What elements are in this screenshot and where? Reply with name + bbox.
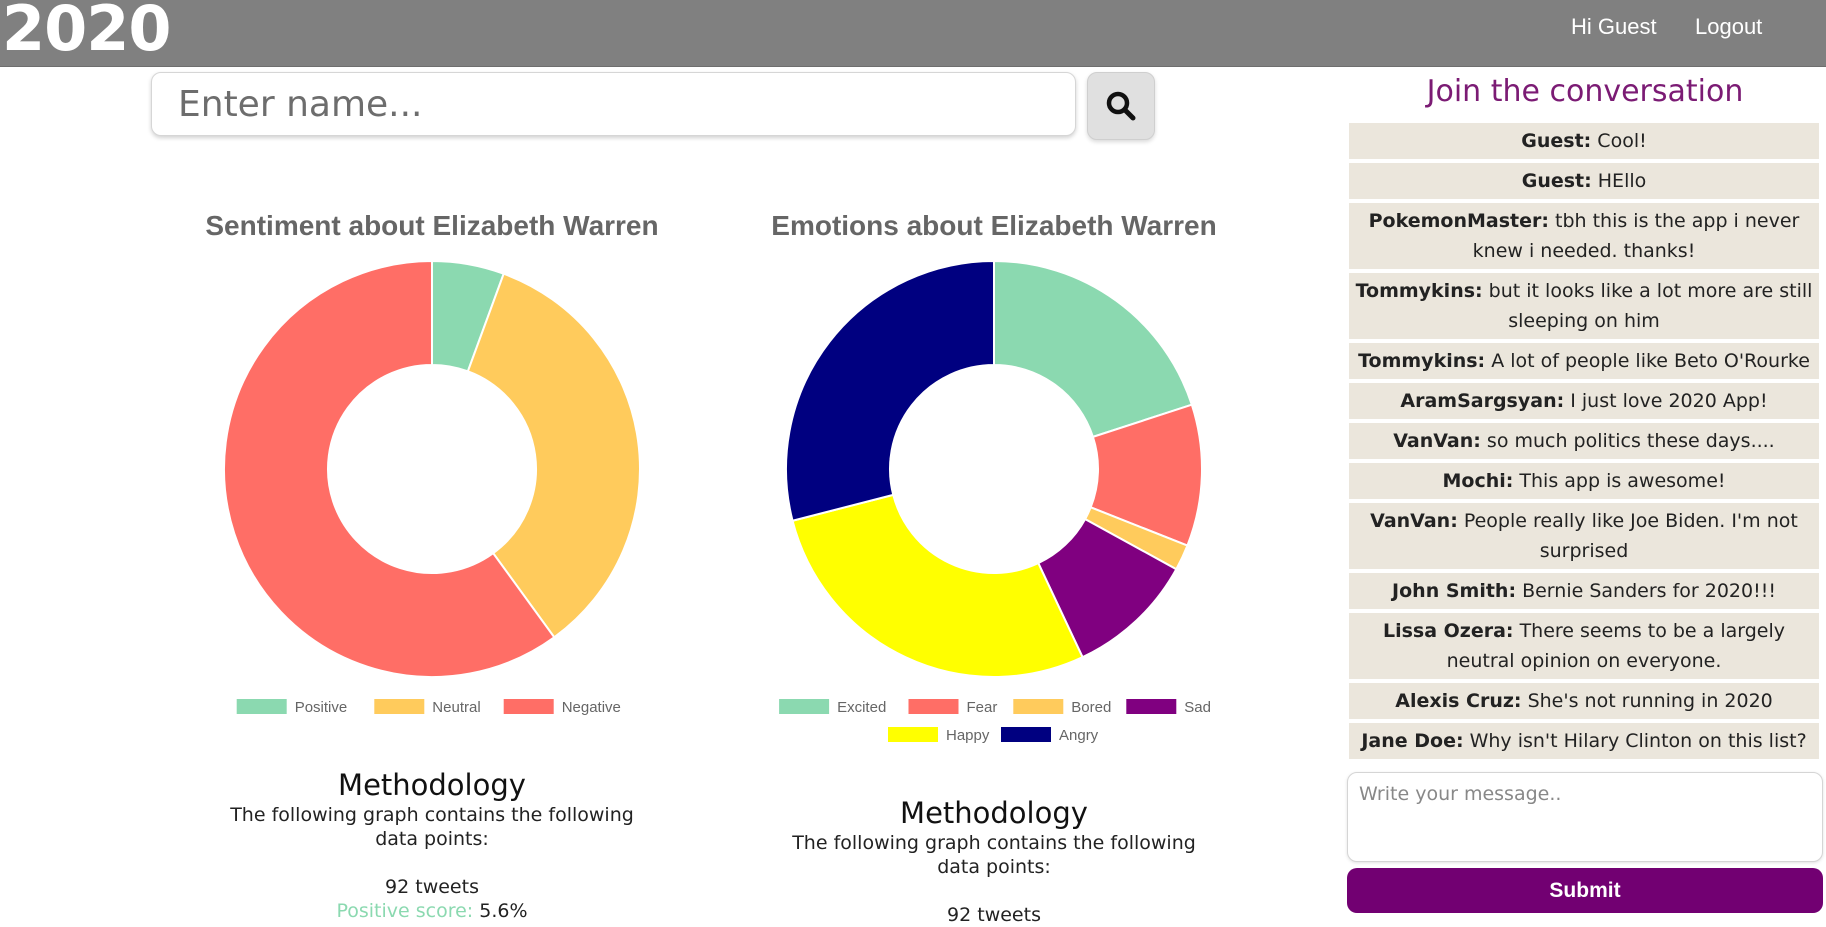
chat-message-list: Guest: Cool! Guest: HEllo PokemonMaster: t… [1349,123,1819,763]
chat-message: VanVan: so much politics these days.... [1349,423,1819,459]
legend-label-excited[interactable]: Excited [837,699,886,716]
chat-message-text: This app is awesome! [1513,470,1726,492]
positive-score-value: 5.6% [473,900,528,922]
slice-happy[interactable] [791,493,1084,678]
slice-excited[interactable] [993,259,1194,439]
legend-label-sad[interactable]: Sad [1184,699,1211,716]
chat-message-user: VanVan: [1370,510,1458,532]
chat-message: Guest: HEllo [1349,163,1819,199]
legend-swatch-bored[interactable] [1013,699,1064,714]
methodology-heading: Methodology [338,768,526,802]
legend-swatch-excited[interactable] [779,699,830,714]
chat-message: John Smith: Bernie Sanders for 2020!!! [1349,573,1819,609]
chat-message: AramSargsyan: I just love 2020 App! [1349,383,1819,419]
legend-swatch-sad[interactable] [1126,699,1177,714]
chat-message-text: Cool! [1591,130,1647,152]
chat-message-user: Tommykins: [1358,350,1486,372]
legend-label-angry[interactable]: Angry [1059,727,1099,744]
chat-message: Mochi: This app is awesome! [1349,463,1819,499]
methodology-heading: Methodology [900,796,1088,830]
chat-message: Lissa Ozera: There seems to be a largely… [1349,613,1819,679]
chat-message-text: I just love 2020 App! [1564,390,1768,412]
chat-message-user: VanVan: [1393,430,1481,452]
legend-swatch-happy[interactable] [888,727,938,742]
chat-message-text: so much politics these days.... [1480,430,1775,452]
chat-message-text: A lot of people like Beto O'Rourke [1485,350,1810,372]
methodology-description-cont: data points: [375,828,489,850]
legend-swatch-angry[interactable] [1001,727,1051,742]
chat-message-user: Lissa Ozera: [1382,620,1514,642]
slice-angry[interactable] [785,259,995,522]
chat-submit-button[interactable]: Submit [1347,868,1823,913]
positive-score: Positive score: 5.6% [202,899,662,923]
chat-message-text: but it looks like a lot more are still s… [1482,280,1813,332]
chat-message: PokemonMaster: tbh this is the app i nev… [1349,203,1819,269]
methodology-description: The following graph contains the followi… [792,832,1196,854]
chat-message-user: Tommykins: [1355,280,1483,302]
chat-message-user: Guest: [1521,130,1592,152]
chat-message-text: Why isn't Hilary Clinton on this list? [1463,730,1807,752]
methodology-description-cont: data points: [937,856,1051,878]
methodology-emotions: Methodology The following graph contains… [764,795,1224,927]
legend-label-bored[interactable]: Bored [1071,699,1111,716]
chat-message-user: Guest: [1521,170,1592,192]
chat-message-text: HEllo [1591,170,1647,192]
legend-label-fear[interactable]: Fear [967,699,998,716]
chat-message: Guest: Cool! [1349,123,1819,159]
chat-message-user: Jane Doe: [1361,730,1464,752]
chat-message: VanVan: People really like Joe Biden. I'… [1349,503,1819,569]
chat-message: Jane Doe: Why isn't Hilary Clinton on th… [1349,723,1819,759]
chat-message-user: AramSargsyan: [1400,390,1565,412]
legend-swatch-fear[interactable] [908,699,959,714]
tweet-count: 92 tweets [947,904,1041,926]
positive-score-label: Positive score: [336,900,474,922]
chat-message-text: She's not running in 2020 [1521,690,1773,712]
chat-message-user: PokemonMaster: [1368,210,1549,232]
chat-message-user: Mochi: [1442,470,1514,492]
chat-message-user: John Smith: [1392,580,1517,602]
chat-message-text: People really like Joe Biden. I'm not su… [1457,510,1798,562]
chat-message-user: Alexis Cruz: [1395,690,1522,712]
methodology-sentiment: Methodology The following graph contains… [202,767,662,923]
tweet-count: 92 tweets [385,876,479,898]
chat-message: Tommykins: A lot of people like Beto O'R… [1349,343,1819,379]
chat-message-text: Bernie Sanders for 2020!!! [1516,580,1776,602]
chat-title: Join the conversation [1426,74,1744,109]
chat-message: Alexis Cruz: She's not running in 2020 [1349,683,1819,719]
methodology-description: The following graph contains the followi… [230,804,634,826]
chat-message: Tommykins: but it looks like a lot more … [1349,273,1819,339]
legend-label-happy[interactable]: Happy [946,727,990,744]
chat-message-input[interactable] [1347,772,1823,862]
